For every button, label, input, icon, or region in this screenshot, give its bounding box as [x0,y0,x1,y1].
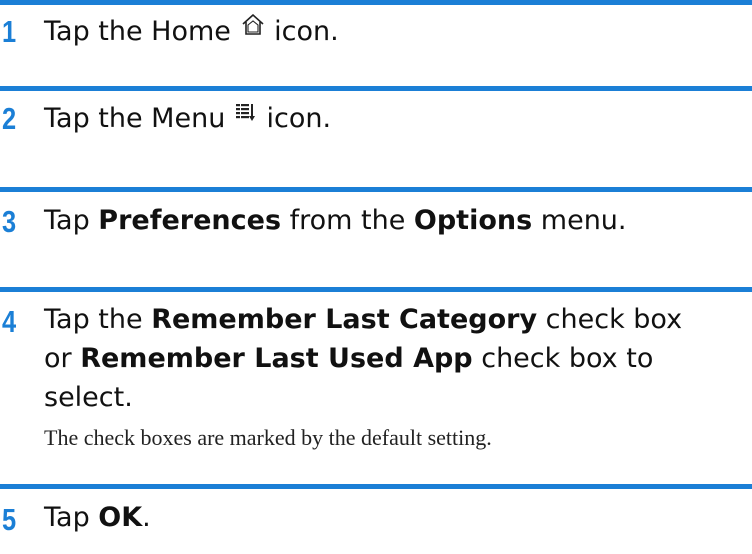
step-5-text-part: Tap [44,502,99,533]
step-4-text-part: or [44,343,81,374]
step-4-text-part: check box to [472,343,654,374]
step-3-text-part: Tap [44,205,99,236]
step-1-divider [0,0,752,5]
step-3-text-part: from the [281,205,414,236]
step-2-text: Tap the Menu icon. [44,99,744,139]
step-2-number: 2 [2,101,17,136]
step-1-text-after: icon. [274,16,339,47]
step-4-text-part: Tap the [44,304,152,335]
home-icon [240,10,266,49]
step-1-text-before: Tap the Home [44,16,231,47]
options-label: Options [413,205,533,236]
step-5-divider [0,484,752,489]
step-3-text: Tap Preferences from the Options menu. [44,201,744,240]
step-5-text-part: . [142,502,151,533]
step-4-number: 4 [2,304,17,339]
remember-last-used-app-label: Remember Last Used App [80,343,473,374]
step-4-divider [0,287,752,292]
step-4-line-1: Tap the Remember Last Category check box [44,300,744,339]
step-3-text-part: menu. [532,205,627,236]
step-2-text-before: Tap the Menu [44,103,226,134]
step-4-text: Tap the Remember Last Category check box… [44,300,744,417]
step-4-line-2: or Remember Last Used App check box to [44,339,744,378]
step-5-number: 5 [2,502,17,537]
preferences-label: Preferences [98,205,282,236]
step-2-text-after: icon. [266,103,332,134]
step-5-text: Tap OK. [44,498,744,537]
step-4-line-3: select. [44,382,133,413]
step-1-number: 1 [2,14,17,49]
step-1-text: Tap the Home icon. [44,12,744,52]
step-3-number: 3 [2,204,17,239]
ok-label: OK [98,502,143,533]
remember-last-category-label: Remember Last Category [151,304,538,335]
step-4-note: The check boxes are marked by the defaul… [44,425,492,450]
step-2-divider [0,86,752,91]
step-3-divider [0,187,752,192]
menu-icon [234,97,258,136]
step-4-text-part: check box [537,304,683,335]
